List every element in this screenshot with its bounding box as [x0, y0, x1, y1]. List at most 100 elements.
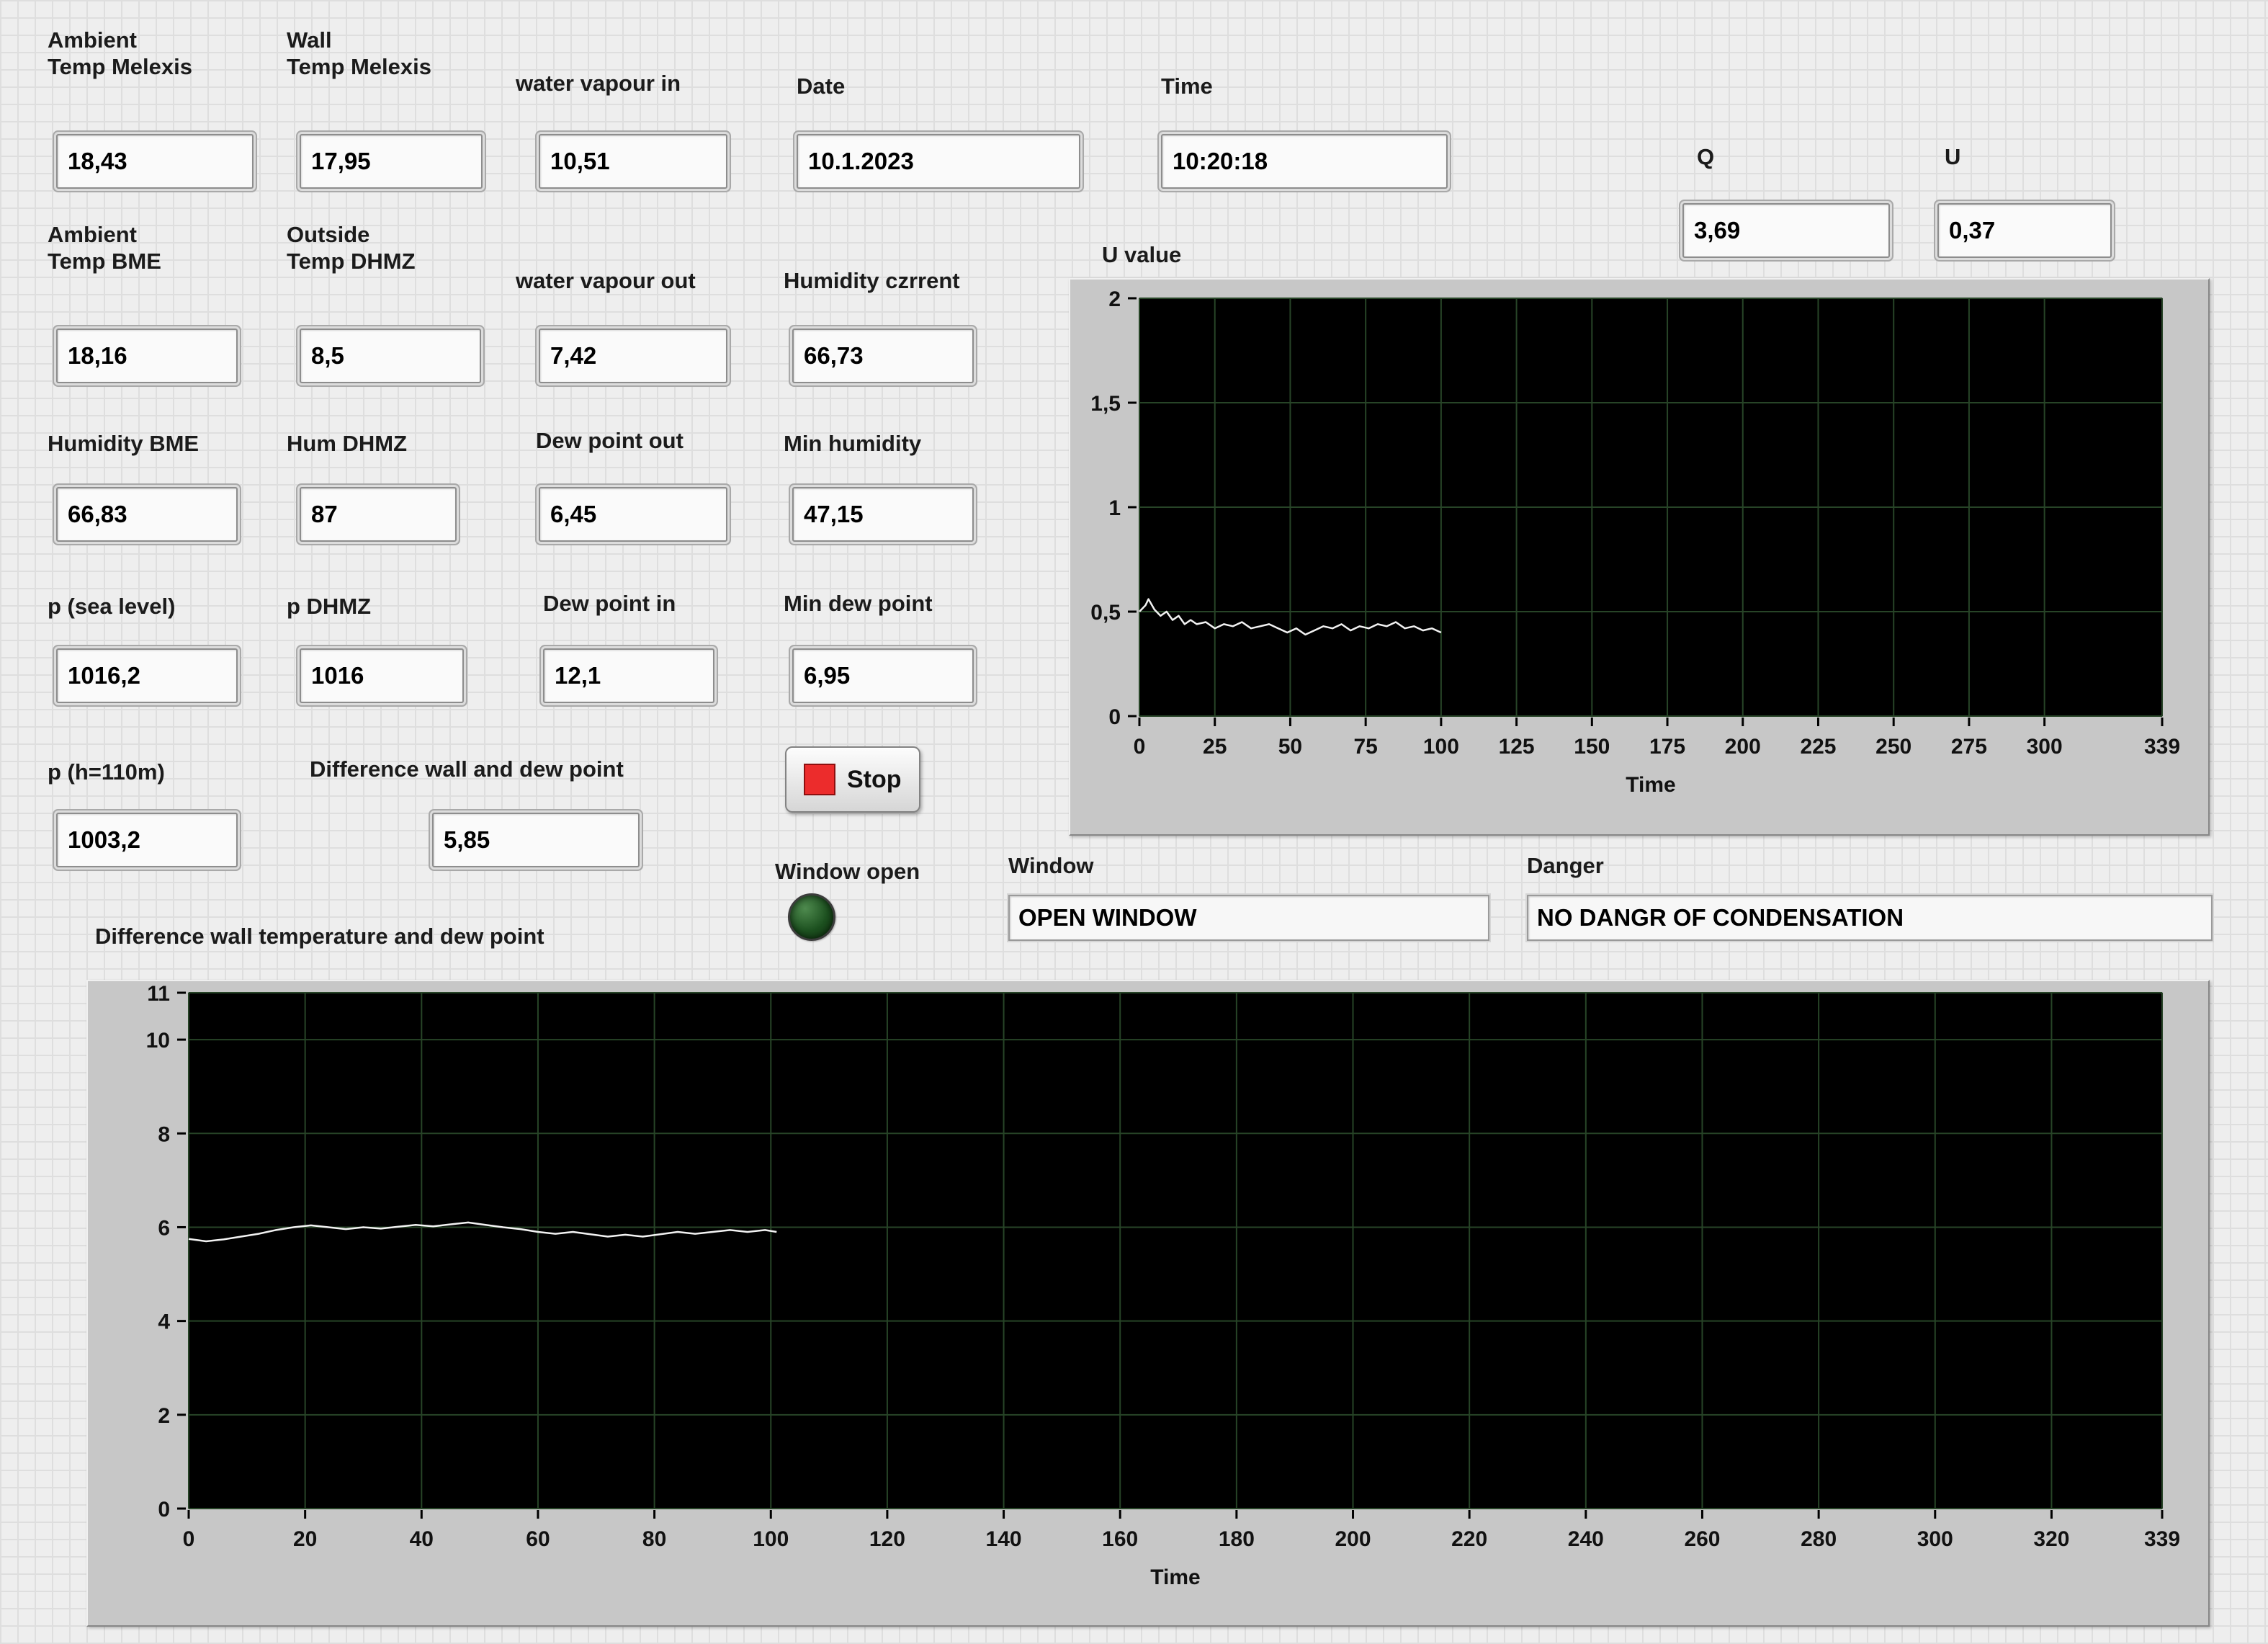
humidity-current-value: 66,73	[804, 342, 864, 370]
wall-temp-melexis-value: 17,95	[311, 148, 371, 175]
hum-dhmz-value: 87	[311, 501, 338, 528]
p-h110m-indicator: 1003,2	[56, 813, 238, 867]
svg-text:250: 250	[1875, 735, 1911, 759]
outside-temp-dhmz-label: Outside Temp DHMZ	[287, 222, 416, 274]
danger-indicator: NO DANGR OF CONDENSATION	[1527, 895, 2213, 941]
svg-text:Time: Time	[1150, 1565, 1200, 1589]
svg-text:1: 1	[1108, 496, 1121, 520]
svg-text:220: 220	[1451, 1527, 1487, 1551]
svg-text:280: 280	[1801, 1527, 1837, 1551]
svg-text:200: 200	[1335, 1527, 1371, 1551]
svg-text:6: 6	[158, 1216, 170, 1240]
svg-text:180: 180	[1219, 1527, 1255, 1551]
svg-text:300: 300	[1917, 1527, 1953, 1551]
outside-temp-dhmz-value: 8,5	[311, 342, 344, 370]
danger-indicator-value: NO DANGR OF CONDENSATION	[1537, 904, 1904, 932]
svg-text:2: 2	[1108, 287, 1121, 311]
window-label: Window	[1008, 853, 1094, 880]
p-dhmz-indicator: 1016	[300, 648, 464, 703]
svg-text:2: 2	[158, 1404, 170, 1428]
diff-wall-dew-label: Difference wall and dew point	[310, 756, 624, 783]
ambient-temp-melexis-indicator: 18,43	[56, 134, 254, 189]
u-value-chart-frame: 025507510012515017520022525027530033900,…	[1069, 278, 2210, 836]
dew-point-out-label: Dew point out	[536, 428, 683, 455]
svg-text:120: 120	[869, 1527, 905, 1551]
u-indicator: 0,37	[1937, 203, 2112, 258]
hum-dhmz-indicator: 87	[300, 487, 457, 542]
humidity-bme-value: 66,83	[68, 501, 127, 528]
diff-wall-dew-indicator: 5,85	[432, 813, 640, 867]
u-value-chart: 025507510012515017520022525027530033900,…	[1070, 280, 2208, 834]
stop-icon	[804, 764, 835, 795]
window-open-label: Window open	[775, 859, 920, 885]
stop-button-label: Stop	[847, 766, 902, 794]
humidity-current-indicator: 66,73	[792, 329, 974, 383]
svg-text:8: 8	[158, 1122, 170, 1146]
svg-text:11: 11	[147, 982, 170, 1006]
svg-text:0: 0	[158, 1498, 170, 1522]
svg-text:240: 240	[1568, 1527, 1604, 1551]
dew-point-in-label: Dew point in	[543, 591, 676, 617]
dew-point-out-value: 6,45	[550, 501, 596, 528]
water-vapour-out-value: 7,42	[550, 342, 596, 370]
dew-point-out-indicator: 6,45	[539, 487, 727, 542]
p-h110m-label: p (h=110m)	[48, 759, 165, 786]
ambient-temp-bme-indicator: 18,16	[56, 329, 238, 383]
date-value: 10.1.2023	[808, 148, 914, 175]
humidity-bme-indicator: 66,83	[56, 487, 238, 542]
svg-text:275: 275	[1951, 735, 1987, 759]
svg-text:100: 100	[1423, 735, 1459, 759]
min-humidity-label: Min humidity	[784, 431, 921, 457]
outside-temp-dhmz-indicator: 8,5	[300, 329, 481, 383]
water-vapour-out-indicator: 7,42	[539, 329, 727, 383]
svg-text:60: 60	[526, 1527, 550, 1551]
window-open-led	[788, 893, 835, 941]
min-dew-point-label: Min dew point	[784, 591, 933, 617]
window-indicator-value: OPEN WINDOW	[1018, 904, 1196, 932]
p-sea-level-label: p (sea level)	[48, 594, 175, 620]
ambient-temp-bme-label: Ambient Temp BME	[48, 222, 161, 274]
difference-chart-title: Difference wall temperature and dew poin…	[95, 924, 544, 950]
min-humidity-indicator: 47,15	[792, 487, 974, 542]
p-dhmz-label: p DHMZ	[287, 594, 371, 620]
svg-text:339: 339	[2144, 1527, 2180, 1551]
svg-text:320: 320	[2033, 1527, 2069, 1551]
p-dhmz-value: 1016	[311, 662, 364, 689]
diff-wall-dew-value: 5,85	[444, 826, 490, 854]
svg-text:300: 300	[2027, 735, 2063, 759]
humidity-current-label: Humidity czrrent	[784, 268, 960, 295]
time-label: Time	[1161, 73, 1213, 100]
danger-label: Danger	[1527, 853, 1604, 880]
ambient-temp-melexis-label: Ambient Temp Melexis	[48, 27, 192, 80]
svg-text:25: 25	[1203, 735, 1227, 759]
u-value-chart-title: U value	[1102, 242, 1181, 269]
svg-text:75: 75	[1353, 735, 1377, 759]
u-value: 0,37	[1949, 217, 1995, 244]
svg-text:Time: Time	[1626, 773, 1675, 797]
dew-point-in-value: 12,1	[555, 662, 601, 689]
svg-text:20: 20	[293, 1527, 317, 1551]
dew-point-in-indicator: 12,1	[543, 648, 714, 703]
svg-text:40: 40	[410, 1527, 434, 1551]
wall-temp-melexis-indicator: 17,95	[300, 134, 483, 189]
min-dew-point-indicator: 6,95	[792, 648, 974, 703]
water-vapour-in-indicator: 10,51	[539, 134, 727, 189]
p-sea-level-value: 1016,2	[68, 662, 140, 689]
date-label: Date	[797, 73, 845, 100]
svg-text:0: 0	[1134, 735, 1146, 759]
q-indicator: 3,69	[1682, 203, 1890, 258]
u-label: U	[1945, 144, 1960, 171]
svg-text:4: 4	[158, 1310, 170, 1334]
ambient-temp-melexis-value: 18,43	[68, 148, 127, 175]
svg-text:10: 10	[146, 1029, 170, 1053]
wall-temp-melexis-label: Wall Temp Melexis	[287, 27, 431, 80]
humidity-bme-label: Humidity BME	[48, 431, 199, 457]
difference-chart: 0204060801001201401601802002202402602803…	[88, 981, 2208, 1625]
svg-text:140: 140	[986, 1527, 1022, 1551]
svg-text:50: 50	[1278, 735, 1302, 759]
svg-text:160: 160	[1102, 1527, 1138, 1551]
date-indicator: 10.1.2023	[797, 134, 1080, 189]
time-value: 10:20:18	[1173, 148, 1268, 175]
stop-button[interactable]: Stop	[785, 746, 920, 813]
water-vapour-in-label: water vapour in	[516, 71, 681, 97]
